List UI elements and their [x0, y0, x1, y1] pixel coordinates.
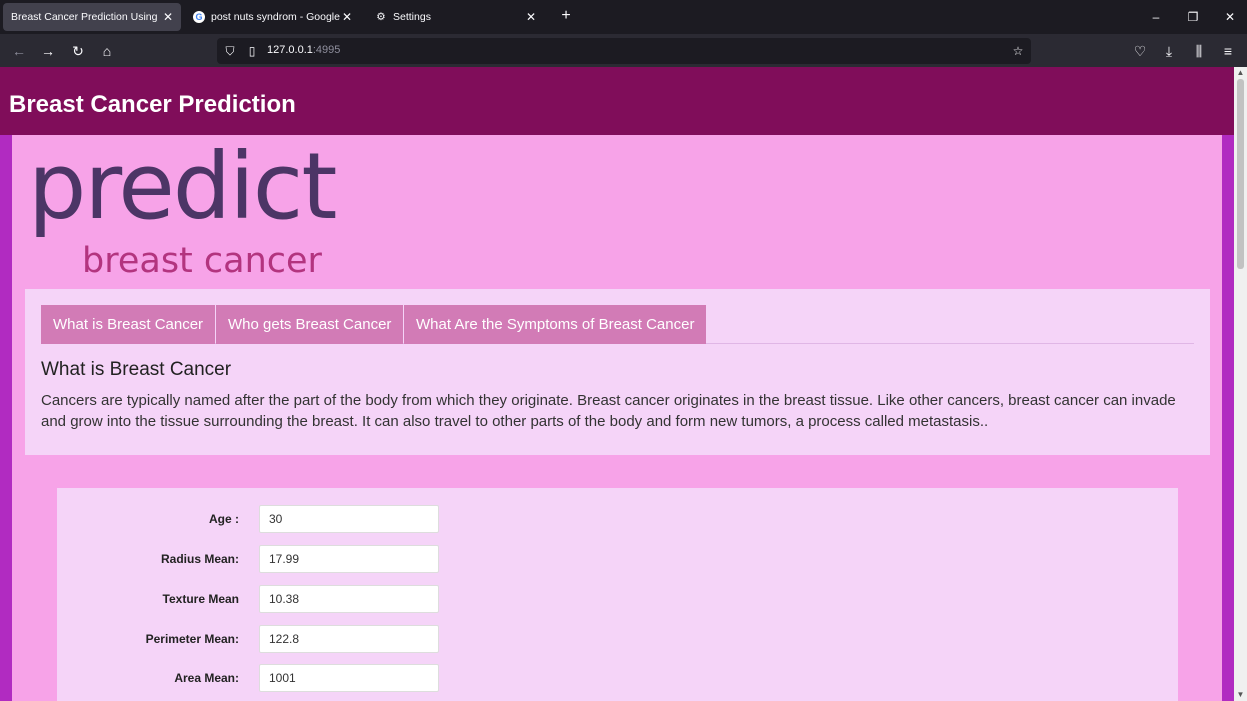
area-mean-label: Area Mean: [174, 671, 239, 685]
tab-title: Breast Cancer Prediction Using Mac [11, 11, 161, 23]
page-viewport: Breast Cancer Prediction predict breast … [0, 67, 1234, 701]
tab-breast-cancer-prediction[interactable]: Breast Cancer Prediction Using Mac ✕ [3, 3, 181, 31]
tab-title: Settings [393, 11, 431, 23]
tab-title: post nuts syndrom - Google Se [211, 11, 340, 23]
url-bar[interactable]: ⛉ ▯ 127.0.0.1:4995 ☆ [217, 38, 1031, 64]
radius-mean-input[interactable] [259, 545, 439, 573]
pocket-icon[interactable]: ♡ [1129, 40, 1151, 62]
tab-who-gets-breast-cancer[interactable]: Who gets Breast Cancer [216, 305, 404, 344]
tab-google-search[interactable]: G post nuts syndrom - Google Se ✕ [184, 3, 360, 31]
info-panel: What is Breast Cancer Who gets Breast Ca… [25, 289, 1210, 455]
close-tab-icon[interactable]: ✕ [340, 10, 354, 24]
minimize-icon[interactable]: – [1146, 8, 1166, 26]
area-mean-input[interactable] [259, 664, 439, 692]
radius-mean-label: Radius Mean: [160, 552, 239, 566]
close-tab-icon[interactable]: ✕ [524, 10, 538, 24]
perimeter-mean-label: Perimeter Mean: [145, 632, 239, 646]
page-title: Breast Cancer Prediction [9, 91, 296, 118]
star-bookmark-icon[interactable]: ☆ [1010, 43, 1026, 59]
form-row-perimeter-mean: Perimeter Mean: [57, 625, 457, 653]
close-tab-icon[interactable]: ✕ [161, 10, 175, 24]
form-row-age: Age : [57, 505, 457, 533]
texture-mean-label: Texture Mean [162, 592, 239, 606]
forward-arrow-icon[interactable]: → [37, 40, 59, 62]
texture-mean-input[interactable] [259, 585, 439, 613]
close-window-icon[interactable]: ✕ [1220, 8, 1240, 26]
form-row-area-mean: Area Mean: [57, 664, 457, 692]
info-text: Cancers are typically named after the pa… [41, 392, 1176, 430]
restore-icon[interactable]: ❐ [1183, 8, 1203, 26]
form-row-radius-mean: Radius Mean: [57, 545, 457, 573]
scroll-down-arrow-icon[interactable]: ▼ [1234, 689, 1247, 701]
download-icon[interactable]: ⤓ [1158, 40, 1180, 62]
page-icon: ▯ [248, 44, 256, 58]
age-label: Age : [209, 512, 239, 526]
prediction-form: Age : Radius Mean: Texture Mean Perimete… [57, 488, 1178, 701]
google-icon: G [192, 10, 206, 24]
site-header: Breast Cancer Prediction [0, 67, 1234, 135]
left-border-strip [0, 135, 12, 701]
tab-symptoms-of-breast-cancer[interactable]: What Are the Symptoms of Breast Cancer [404, 305, 707, 344]
library-icon[interactable]: ⫼ [1188, 40, 1210, 62]
predict-breast-cancer-logo: predict breast cancer [28, 133, 358, 282]
scroll-up-arrow-icon[interactable]: ▲ [1234, 67, 1247, 79]
reload-icon[interactable]: ↻ [67, 40, 89, 62]
home-icon[interactable]: ⌂ [96, 40, 118, 62]
shield-icon[interactable]: ⛉ [222, 43, 238, 59]
url-host: 127.0.0.1 [267, 44, 313, 56]
form-row-texture-mean: Texture Mean [57, 585, 457, 613]
tab-what-is-breast-cancer[interactable]: What is Breast Cancer [41, 305, 216, 344]
menu-icon[interactable]: ≡ [1217, 40, 1239, 62]
info-heading: What is Breast Cancer [41, 359, 232, 380]
url-port: :4995 [312, 44, 341, 56]
logo-word: predict [28, 133, 337, 240]
logo-subtitle: breast cancer [82, 241, 322, 281]
tab-settings[interactable]: ⚙ Settings ✕ [366, 3, 544, 31]
info-tabs: What is Breast Cancer Who gets Breast Ca… [41, 305, 1194, 344]
age-input[interactable] [259, 505, 439, 533]
browser-tab-bar: Breast Cancer Prediction Using Mac ✕ G p… [0, 0, 1247, 34]
url-text[interactable]: 127.0.0.1:4995 [267, 44, 340, 56]
gear-icon: ⚙ [376, 11, 386, 23]
scroll-thumb[interactable] [1237, 79, 1244, 269]
browser-nav-bar: ← → ↻ ⌂ ⛉ ▯ 127.0.0.1:4995 ☆ ♡ ⤓ ⫼ ≡ [0, 34, 1247, 67]
page-scrollbar[interactable]: ▲ ▼ [1234, 67, 1247, 701]
perimeter-mean-input[interactable] [259, 625, 439, 653]
new-tab-button[interactable]: + [556, 6, 576, 26]
right-border-strip [1222, 135, 1234, 701]
back-arrow-icon[interactable]: ← [8, 40, 30, 62]
